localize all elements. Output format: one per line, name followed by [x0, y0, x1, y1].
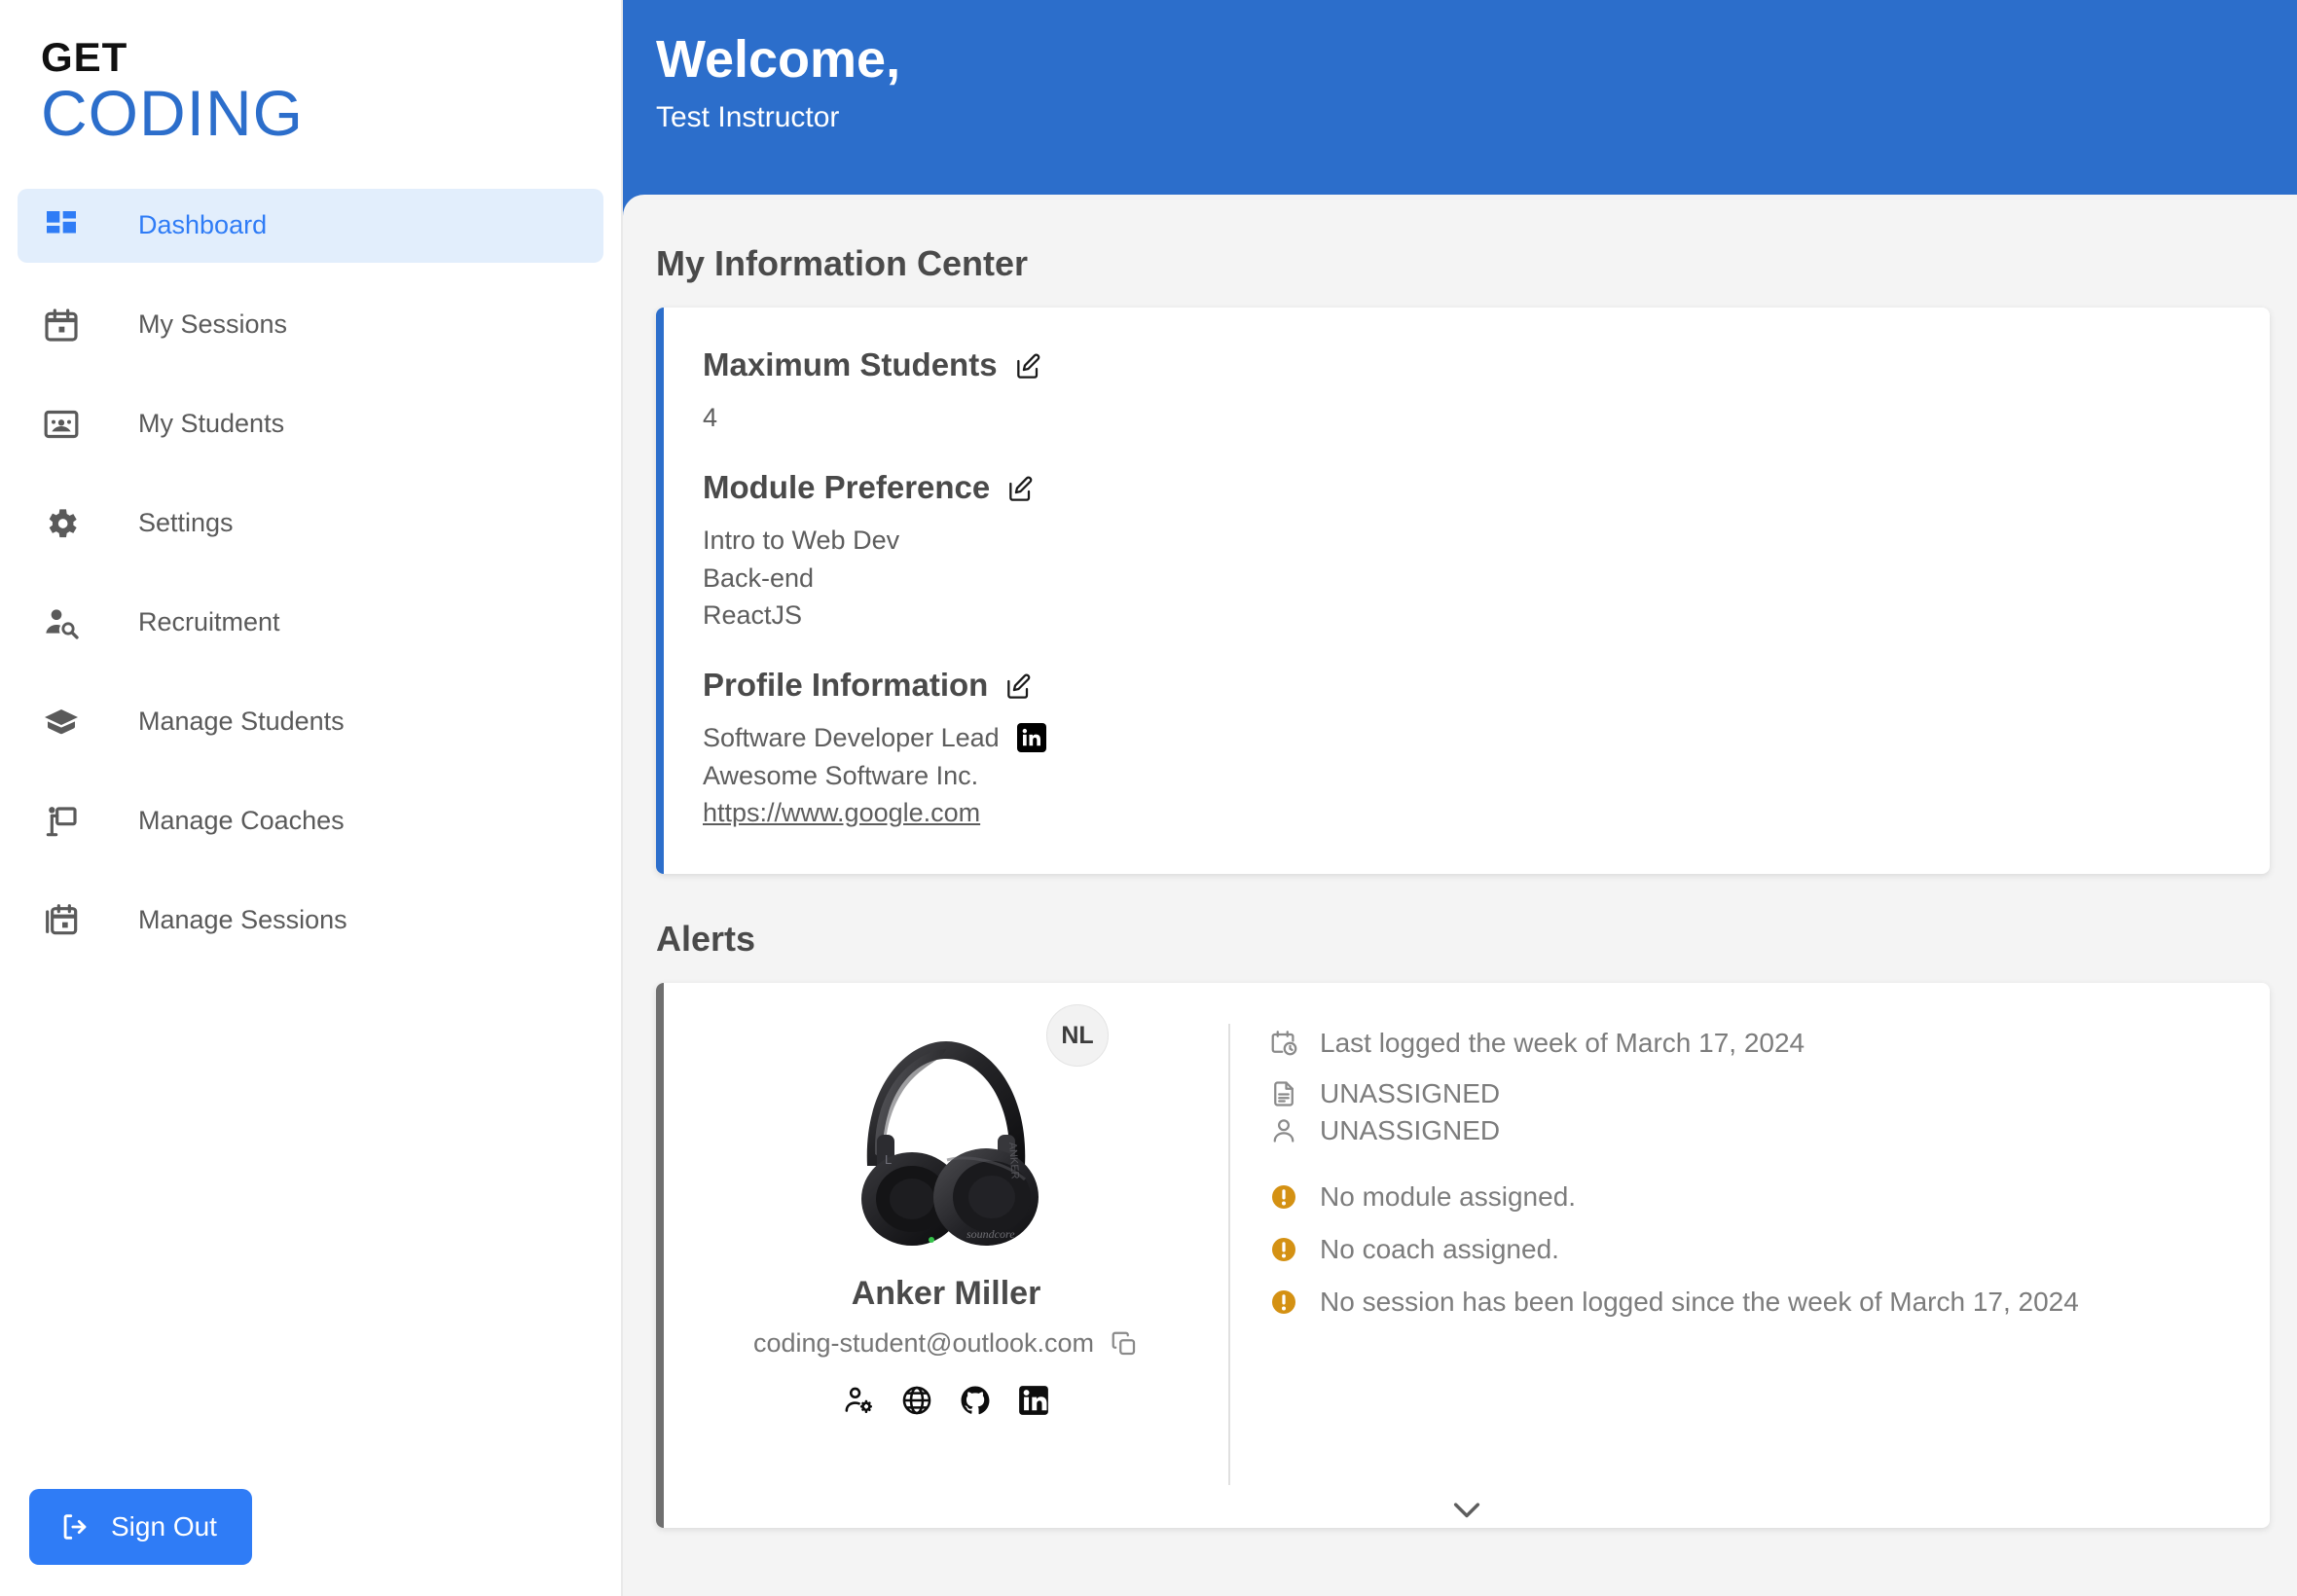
sidebar: GET CODING Dashboard My Sessions My Stud… [0, 0, 623, 1596]
sidebar-item-my-sessions[interactable]: My Sessions [18, 288, 603, 362]
linkedin-icon[interactable] [1017, 1384, 1050, 1417]
profile-company: Awesome Software Inc. [703, 760, 979, 790]
students-icon [41, 404, 82, 445]
student-initials-badge: NL [1046, 1004, 1109, 1068]
dashboard-icon [41, 205, 82, 246]
warning-text: No coach assigned. [1320, 1234, 1559, 1265]
calendar-clock-icon [1269, 1029, 1298, 1058]
info-center-title: My Information Center [656, 243, 1029, 283]
user-name: Test Instructor [656, 101, 840, 134]
last-logged-row: Last logged the week of March 17, 2024 [1269, 1028, 2231, 1059]
sidebar-item-settings[interactable]: Settings [18, 487, 603, 561]
profile-role: Software Developer Lead [703, 723, 1000, 753]
student-email: coding-student@outlook.com [752, 1328, 1095, 1359]
sidebar-item-label: Manage Sessions [138, 905, 347, 935]
brand-logo: GET CODING [0, 0, 621, 148]
sidebar-item-label: Dashboard [138, 210, 268, 240]
alert-details-panel: Last logged the week of March 17, 2024 U… [1230, 983, 2270, 1528]
person-gear-icon[interactable] [842, 1384, 875, 1417]
student-avatar-wrap: NL ANKER soundcore L [824, 1004, 1109, 1261]
svg-text:soundcore: soundcore [966, 1227, 1015, 1241]
warning-icon [1269, 1235, 1298, 1264]
sign-out-container: Sign Out [29, 1489, 252, 1565]
sidebar-item-dashboard[interactable]: Dashboard [18, 188, 603, 263]
module-preference-value: Intro to Web Dev Back-end ReactJS [703, 526, 900, 630]
copy-icon[interactable] [1110, 1329, 1139, 1359]
max-students-value: 4 [703, 403, 718, 432]
sidebar-item-manage-sessions[interactable]: Manage Sessions [18, 884, 603, 958]
sidebar-item-label: Manage Coaches [138, 806, 345, 836]
profile-role-row: Software Developer Lead [703, 719, 2231, 756]
student-social-links [842, 1384, 1050, 1417]
calendar-stack-icon [41, 900, 82, 941]
welcome-header: Welcome, Test Instructor [623, 0, 2297, 195]
profile-website-link[interactable]: https://www.google.com [703, 798, 980, 827]
person-icon [1269, 1116, 1298, 1145]
app-root: GET CODING Dashboard My Sessions My Stud… [0, 0, 2297, 1596]
headphones-photo: ANKER soundcore L [824, 1018, 1068, 1261]
logout-icon [58, 1510, 91, 1543]
globe-icon[interactable] [900, 1384, 933, 1417]
profile-information-field-header: Profile Information [703, 667, 2231, 704]
module-assignment-row: UNASSIGNED [1269, 1078, 2231, 1109]
presenter-icon [41, 801, 82, 842]
sign-out-button[interactable]: Sign Out [29, 1489, 252, 1565]
edit-pencil-icon[interactable] [1003, 671, 1035, 703]
alert-warnings: No module assigned. No coach assigned. N… [1269, 1181, 2231, 1318]
page-title: Welcome, [656, 30, 901, 89]
chevron-down-icon [1447, 1497, 1486, 1522]
warning-row: No session has been logged since the wee… [1269, 1287, 2231, 1318]
sidebar-item-label: My Sessions [138, 309, 288, 340]
expand-alert-button[interactable] [664, 1497, 2270, 1522]
alert-student-panel: NL ANKER soundcore L Anker Miller coding… [664, 983, 1228, 1528]
linkedin-icon[interactable] [1016, 723, 1046, 753]
sidebar-item-manage-students[interactable]: Manage Students [18, 685, 603, 759]
profile-information-label: Profile Information [703, 667, 989, 704]
sidebar-item-manage-coaches[interactable]: Manage Coaches [18, 784, 603, 858]
sidebar-nav: Dashboard My Sessions My Students Settin… [0, 188, 621, 983]
coach-assignment-row: UNASSIGNED [1269, 1115, 2231, 1146]
sidebar-item-label: Recruitment [138, 607, 280, 637]
student-name: Anker Miller [851, 1275, 1041, 1313]
main-area: Welcome, Test Instructor My Information … [623, 0, 2297, 1596]
sidebar-item-my-students[interactable]: My Students [18, 387, 603, 461]
graduation-cap-icon [41, 702, 82, 743]
alerts-title: Alerts [656, 919, 756, 960]
warning-text: No session has been logged since the wee… [1320, 1287, 2079, 1318]
brand-logo-line2: CODING [41, 77, 304, 149]
sidebar-item-label: My Students [138, 409, 285, 439]
person-search-icon [41, 602, 82, 643]
document-icon [1269, 1079, 1298, 1108]
content-panel: My Information Center Maximum Students 4… [623, 195, 2297, 1596]
profile-information-body: Software Developer Lead Awesome Software… [703, 719, 2231, 831]
sidebar-item-recruitment[interactable]: Recruitment [18, 586, 603, 660]
warning-row: No module assigned. [1269, 1181, 2231, 1213]
edit-pencil-icon[interactable] [1013, 351, 1044, 382]
calendar-icon [41, 305, 82, 345]
warning-icon [1269, 1288, 1298, 1317]
github-icon[interactable] [959, 1384, 992, 1417]
alert-card: NL ANKER soundcore L Anker Miller coding… [656, 983, 2270, 1529]
student-email-row: coding-student@outlook.com [753, 1328, 1139, 1359]
last-logged-text: Last logged the week of March 17, 2024 [1320, 1028, 1805, 1059]
sign-out-label: Sign Out [111, 1511, 217, 1542]
warning-row: No coach assigned. [1269, 1234, 2231, 1265]
information-center-card: Maximum Students 4 Module Preference Int… [656, 308, 2270, 875]
svg-text:L: L [885, 1152, 892, 1167]
max-students-label: Maximum Students [703, 346, 998, 382]
module-preference-label: Module Preference [703, 469, 991, 506]
warning-text: No module assigned. [1320, 1181, 1577, 1213]
coach-assignment-text: UNASSIGNED [1320, 1115, 1501, 1146]
sidebar-item-label: Manage Students [138, 707, 345, 737]
max-students-field-header: Maximum Students [703, 346, 2231, 383]
warning-icon [1269, 1182, 1298, 1212]
module-assignment-text: UNASSIGNED [1320, 1078, 1501, 1109]
gear-icon [41, 503, 82, 544]
sidebar-item-label: Settings [138, 508, 234, 538]
module-preference-field-header: Module Preference [703, 469, 2231, 506]
edit-pencil-icon[interactable] [1005, 474, 1037, 505]
brand-logo-line1: GET [41, 34, 128, 80]
